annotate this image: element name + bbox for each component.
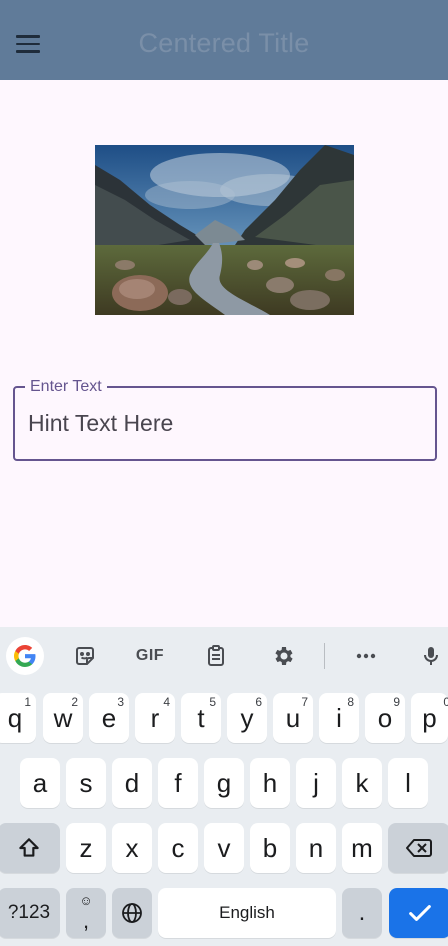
key-m[interactable]: m [342, 823, 382, 873]
key-x[interactable]: x [112, 823, 152, 873]
text-field[interactable]: Enter Text [13, 377, 437, 461]
globe-icon[interactable] [112, 888, 152, 938]
key-k[interactable]: k [342, 758, 382, 808]
key-i[interactable]: i8 [319, 693, 359, 743]
key-e[interactable]: e3 [89, 693, 129, 743]
comma-key[interactable]: ☺ , [66, 888, 106, 938]
key-z[interactable]: z [66, 823, 106, 873]
key-y[interactable]: y6 [227, 693, 267, 743]
text-input[interactable] [28, 410, 418, 437]
key-s[interactable]: s [66, 758, 106, 808]
clipboard-icon[interactable] [197, 637, 235, 675]
sticker-icon[interactable] [66, 637, 104, 675]
toolbar-divider [324, 643, 325, 669]
symbols-key[interactable]: ?123 [0, 888, 60, 938]
landscape-image [95, 145, 354, 315]
key-q[interactable]: q1 [0, 693, 36, 743]
microphone-icon[interactable] [412, 637, 448, 675]
key-r[interactable]: r4 [135, 693, 175, 743]
key-f[interactable]: f [158, 758, 198, 808]
key-v[interactable]: v [204, 823, 244, 873]
key-b[interactable]: b [250, 823, 290, 873]
keyboard-toolbar: GIF [0, 627, 448, 685]
gear-icon[interactable] [264, 637, 302, 675]
key-g[interactable]: g [204, 758, 244, 808]
key-c[interactable]: c [158, 823, 198, 873]
key-n[interactable]: n [296, 823, 336, 873]
period-key[interactable]: . [342, 888, 382, 938]
more-horizontal-icon[interactable] [347, 637, 385, 675]
backspace-icon[interactable] [388, 823, 448, 873]
space-key[interactable]: English [158, 888, 336, 938]
google-g-icon[interactable] [6, 637, 44, 675]
soft-keyboard: GIF q 1 w 2 e 3 r 4 t 5 y 6 u 7 i 8 o 9 … [0, 627, 448, 946]
key-h[interactable]: h [250, 758, 290, 808]
checkmark-icon[interactable] [389, 888, 448, 938]
key-d[interactable]: d [112, 758, 152, 808]
page-title: Centered Title [138, 28, 310, 58]
gif-button[interactable]: GIF [130, 637, 170, 675]
key-t[interactable]: t5 [181, 693, 221, 743]
key-p[interactable]: p0 [411, 693, 448, 743]
key-w[interactable]: w2 [43, 693, 83, 743]
key-o[interactable]: o9 [365, 693, 405, 743]
key-u[interactable]: u7 [273, 693, 313, 743]
key-j[interactable]: j [296, 758, 336, 808]
key-l[interactable]: l [388, 758, 428, 808]
app-bar: Centered Title [0, 0, 448, 80]
key-a[interactable]: a [20, 758, 60, 808]
emoji-icon: ☺ [79, 893, 93, 908]
field-label: Enter Text [25, 377, 107, 397]
shift-icon[interactable] [0, 823, 60, 873]
